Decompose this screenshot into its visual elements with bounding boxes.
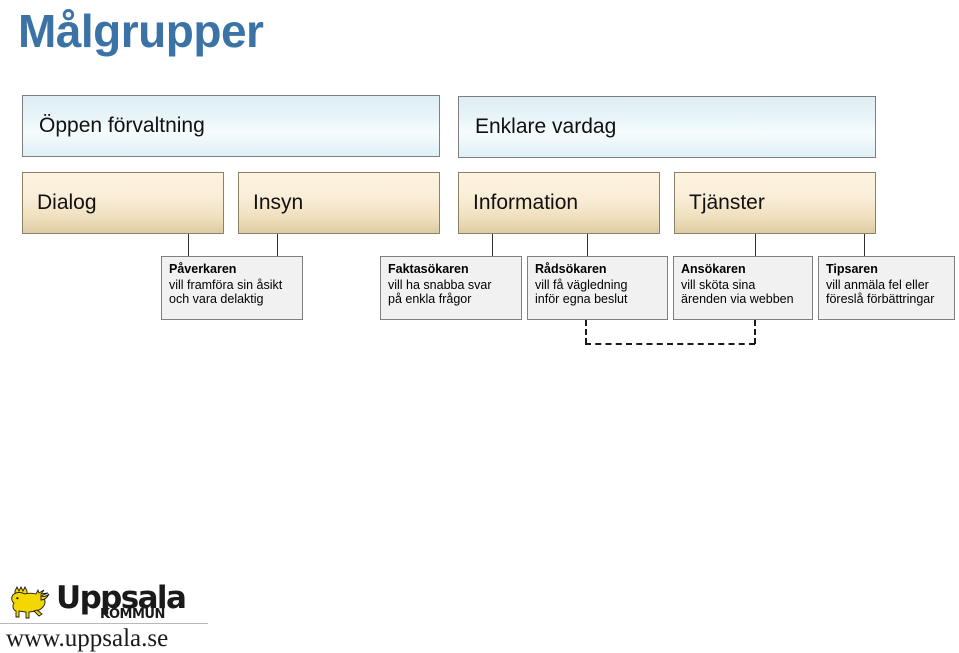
connector-tjanster-ansokaren: [755, 234, 756, 256]
logo-sub-wordmark: KOMMUN: [100, 607, 165, 622]
page-title: Målgrupper: [18, 5, 264, 57]
persona-title: Rådsökaren: [535, 262, 607, 276]
dashed-connector-right-leg: [754, 320, 756, 344]
level2-label: Dialog: [37, 191, 97, 214]
level2-box-dialog[interactable]: Dialog: [22, 172, 224, 234]
level1-label: Enklare vardag: [475, 115, 617, 138]
level2-box-information[interactable]: Information: [458, 172, 660, 234]
persona-line-2: och vara delaktig: [169, 292, 264, 306]
persona-title: Faktasökaren: [388, 262, 469, 276]
persona-box-tipsaren[interactable]: Tipsaren vill anmäla fel eller föreslå f…: [818, 256, 955, 320]
level2-label: Tjänster: [689, 191, 765, 214]
level1-label: Öppen förvaltning: [39, 114, 205, 137]
persona-line-1: vill få vägledning: [535, 277, 628, 292]
persona-line-1: vill sköta sina: [681, 277, 756, 292]
persona-line-1: vill anmäla fel eller: [826, 277, 929, 292]
persona-box-ansokaren[interactable]: Ansökaren vill sköta sina ärenden via we…: [673, 256, 813, 320]
lion-icon: [11, 585, 50, 619]
connector-information-radsokaren: [587, 234, 588, 256]
persona-title: Tipsaren: [826, 262, 878, 276]
persona-line-1: vill framföra sin åsikt: [169, 277, 283, 292]
persona-line-2: inför egna beslut: [535, 292, 628, 306]
persona-line-1: vill ha snabba svar: [388, 277, 492, 292]
logo-row: Uppsala KOMMUN: [8, 581, 208, 623]
level1-box-oppen-forvaltning[interactable]: Öppen förvaltning: [22, 95, 440, 157]
footer-logo: Uppsala KOMMUN: [8, 581, 208, 623]
persona-line-2: föreslå förbättringar: [826, 292, 935, 306]
persona-box-radsokaren[interactable]: Rådsökaren vill få vägledning inför egna…: [527, 256, 668, 320]
persona-line-2: på enkla frågor: [388, 292, 472, 306]
persona-box-faktasokaren[interactable]: Faktasökaren vill ha snabba svar på enkl…: [380, 256, 522, 320]
connector-tjanster-tipsaren: [864, 234, 865, 256]
level2-box-insyn[interactable]: Insyn: [238, 172, 440, 234]
level2-label: Information: [473, 191, 579, 214]
dashed-connector-left-leg: [585, 320, 587, 344]
level2-box-tjanster[interactable]: Tjänster: [674, 172, 876, 234]
level2-label: Insyn: [253, 191, 304, 214]
dashed-connector-bottom: [585, 343, 755, 345]
slide-canvas: Målgrupper Öppen förvaltning Enklare var…: [0, 0, 959, 653]
connector-insyn-paverkaren: [277, 234, 278, 256]
persona-title: Ansökaren: [681, 262, 746, 276]
level1-box-enklare-vardag[interactable]: Enklare vardag: [458, 96, 876, 158]
persona-box-paverkaren[interactable]: Påverkaren vill framföra sin åsikt och v…: [161, 256, 303, 320]
footer-url: www.uppsala.se: [6, 625, 169, 652]
connector-information-faktasokaren: [492, 234, 493, 256]
persona-title: Påverkaren: [169, 262, 237, 276]
persona-line-2: ärenden via webben: [681, 292, 794, 306]
connector-dialog-paverkaren: [188, 234, 189, 256]
